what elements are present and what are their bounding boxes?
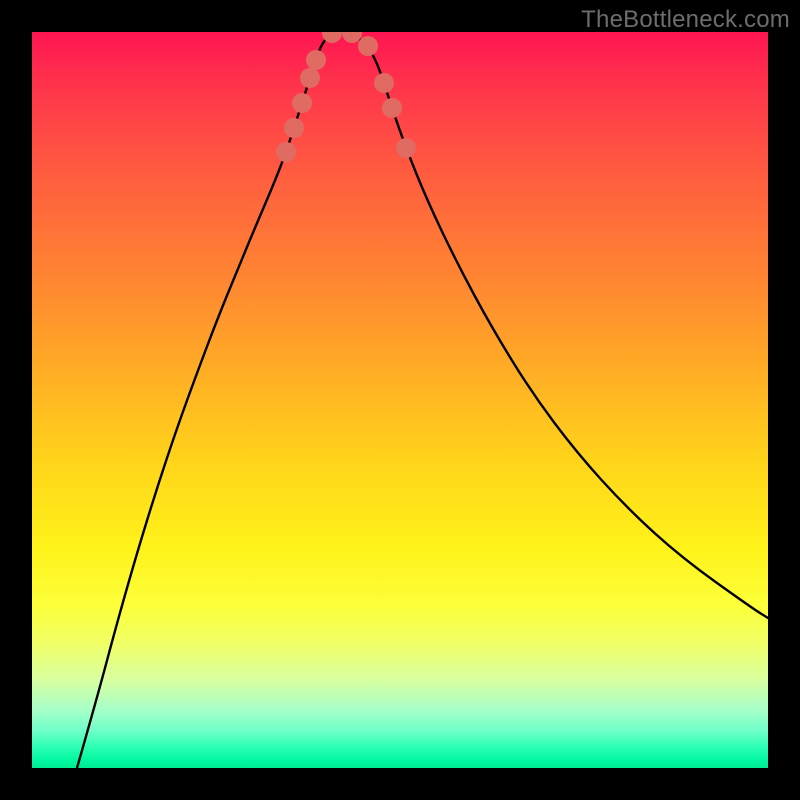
- chart-curve: [77, 33, 768, 768]
- chart-svg: [32, 32, 768, 768]
- chart-marker: [292, 93, 312, 113]
- chart-marker: [342, 32, 362, 43]
- chart-marker: [358, 36, 378, 56]
- watermark-label: TheBottleneck.com: [581, 6, 790, 34]
- chart-markers: [276, 32, 416, 162]
- chart-marker: [382, 98, 402, 118]
- chart-marker: [396, 138, 416, 158]
- chart-marker: [374, 73, 394, 93]
- chart-marker: [276, 142, 296, 162]
- chart-marker: [284, 118, 304, 138]
- chart-marker: [300, 68, 320, 88]
- chart-frame: [32, 32, 768, 768]
- chart-marker: [306, 50, 326, 70]
